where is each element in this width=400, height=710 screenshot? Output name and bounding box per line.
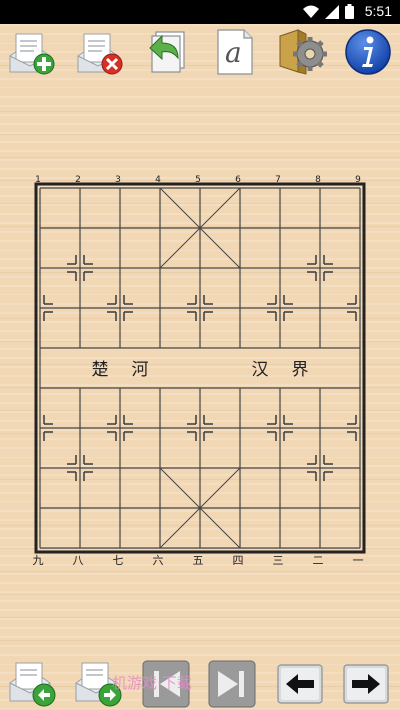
settings-button[interactable] [276, 26, 328, 78]
svg-text:a: a [225, 36, 242, 69]
top-column-label: 4 [155, 175, 161, 185]
river-text-left: 河 [132, 360, 149, 380]
river-text-right: 界 [292, 360, 309, 380]
battery-icon [345, 4, 354, 19]
top-column-label: 2 [75, 175, 81, 185]
skip-to-end-icon [208, 660, 256, 708]
document-delete-icon [77, 33, 123, 75]
status-time: 5:51 [364, 3, 392, 19]
document-add-icon [9, 33, 55, 75]
bottom-column-label: 九 [33, 554, 44, 567]
bottom-toolbar [0, 655, 400, 710]
wifi-icon [303, 5, 319, 18]
font-button[interactable]: a [208, 26, 260, 78]
arrow-left-icon [277, 664, 323, 704]
bottom-column-label: 五 [193, 554, 204, 567]
gear-icon [279, 29, 327, 75]
arrow-right-icon [343, 664, 389, 704]
bottom-column-label: 四 [233, 554, 244, 567]
last-move-button[interactable] [206, 657, 258, 709]
top-column-label: 1 [35, 175, 41, 185]
bottom-column-label: 八 [73, 554, 84, 567]
previous-game-button[interactable] [6, 657, 58, 709]
river-text-right: 汉 [252, 360, 269, 380]
bottom-column-label: 六 [153, 554, 164, 567]
status-icons [303, 4, 354, 19]
bottom-column-label: 三 [273, 554, 284, 567]
top-column-label: 9 [355, 175, 361, 185]
watermark-text: 机游戏·下载 [112, 674, 192, 692]
delete-game-button[interactable] [72, 26, 124, 78]
font-a-icon: a [217, 29, 253, 75]
xiangqi-board[interactable]: 1 2 3 4 5 6 7 8 9 九 八 七 六 五 四 三 二 一 楚 河 汉 界 [0, 170, 400, 570]
signal-icon [325, 4, 339, 19]
board-grid[interactable]: 1 2 3 4 5 6 7 8 9 九 八 七 六 五 四 三 二 一 楚 河 汉 界 [0, 170, 400, 570]
undo-document-icon [149, 31, 185, 73]
info-button[interactable] [342, 26, 394, 78]
info-icon [345, 29, 391, 75]
new-game-button[interactable] [4, 26, 56, 78]
document-back-icon [9, 662, 56, 707]
step-forward-button[interactable] [340, 657, 392, 709]
bottom-column-label: 七 [113, 554, 124, 567]
top-column-label: 3 [115, 175, 121, 185]
bottom-column-label: 一 [353, 554, 364, 567]
status-bar: 5:51 [0, 0, 400, 24]
river-text-left: 楚 [92, 360, 109, 380]
step-back-button[interactable] [274, 657, 326, 709]
top-column-label: 7 [275, 175, 281, 185]
top-column-label: 8 [315, 175, 321, 185]
bottom-column-label: 二 [313, 554, 324, 567]
top-column-label: 6 [235, 175, 241, 185]
undo-button[interactable] [140, 26, 192, 78]
top-column-label: 5 [195, 175, 201, 185]
top-toolbar: a [0, 24, 400, 80]
